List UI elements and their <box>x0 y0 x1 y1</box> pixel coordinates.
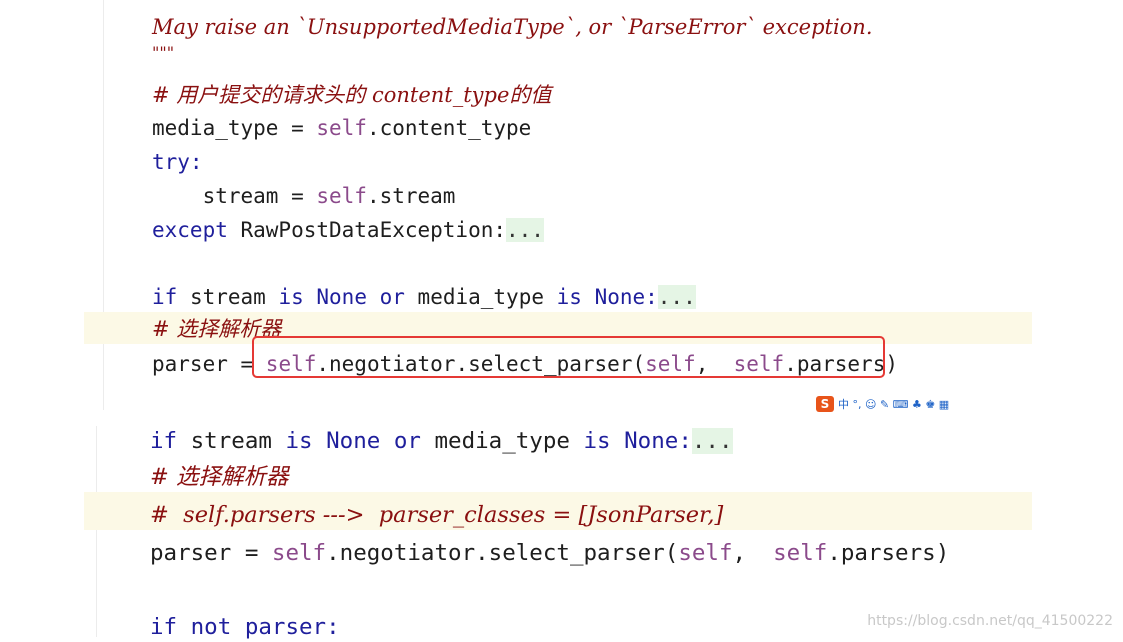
code-panel-top: May raise an `UnsupportedMediaType`, or … <box>0 0 1123 412</box>
sogou-logo-icon: S <box>816 396 834 412</box>
docstring-close: """ <box>152 43 175 62</box>
fold-marker[interactable]: ... <box>691 428 733 454</box>
ime-toolbar-items[interactable]: 中 °, ☺ ✎ ⌨ ♣ ♚ ▦ <box>838 396 949 412</box>
fold-marker[interactable]: ... <box>506 218 544 242</box>
editor-gutter <box>96 426 97 637</box>
code-line-if-not: if not parser: <box>150 614 340 640</box>
code-line-parser: parser = self.negotiator.select_parser(s… <box>150 540 950 566</box>
comment-parsers: # self.parsers ---> parser_classes = [Js… <box>150 502 724 528</box>
comment-content-type: # 用户提交的请求头的 content_type的值 <box>152 83 552 107</box>
code-panel-bottom: if stream is None or media_type is None:… <box>0 412 1123 640</box>
fold-marker[interactable]: ... <box>657 285 696 309</box>
editor-gutter <box>103 0 104 410</box>
comment-select-parser: # 选择解析器 <box>150 464 289 490</box>
ime-toolbar[interactable]: S 中 °, ☺ ✎ ⌨ ♣ ♚ ▦ <box>816 396 949 412</box>
highlight-box <box>252 336 885 378</box>
code-line-try: try: <box>152 150 203 174</box>
code-line-except: except RawPostDataException:... <box>152 218 544 242</box>
code-line-media-type: media_type = self.content_type <box>152 116 532 140</box>
code-line-if: if stream is None or media_type is None:… <box>152 285 696 309</box>
code-line-if: if stream is None or media_type is None:… <box>150 428 733 454</box>
docstring-text: May raise an `UnsupportedMediaType`, or … <box>152 15 873 39</box>
code-line-stream: stream = self.stream <box>152 184 456 208</box>
watermark: https://blog.csdn.net/qq_41500222 <box>867 613 1113 629</box>
